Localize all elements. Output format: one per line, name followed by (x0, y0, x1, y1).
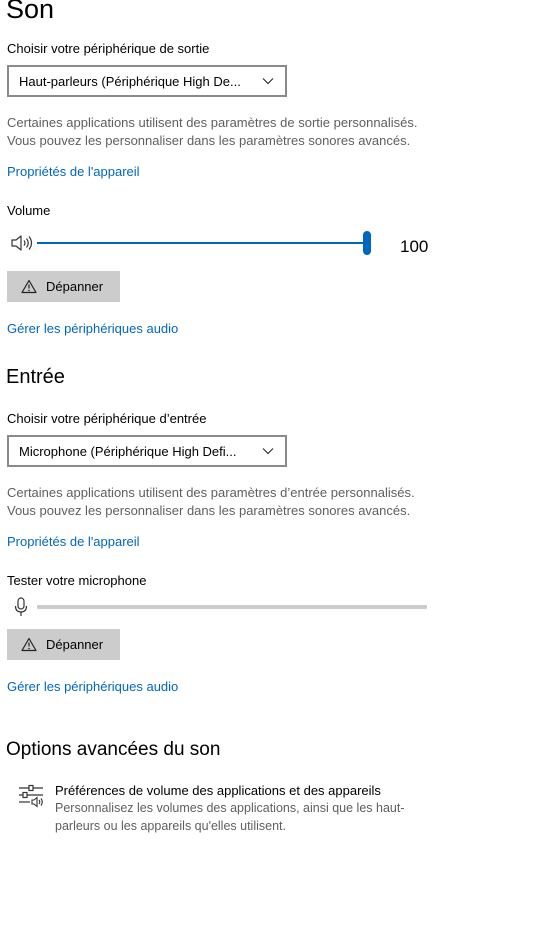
warning-icon (21, 637, 37, 652)
output-description-line-1: Certaines applications utilisent des par… (7, 115, 418, 130)
advanced-section-title: Options avancées du son (6, 739, 221, 760)
input-device-label: Choisir votre périphérique d’entrée (7, 411, 207, 426)
input-section-title: Entrée (6, 366, 65, 388)
app-volume-preferences-description: Personnalisez les volumes des applicatio… (55, 801, 405, 833)
input-manage-devices-link[interactable]: Gérer les périphériques audio (7, 678, 178, 695)
volume-slider[interactable] (37, 231, 372, 255)
app-volume-preferences-title: Préférences de volume des applications e… (55, 783, 381, 798)
input-device-dropdown[interactable]: Microphone (Périphérique High Defi... (7, 435, 287, 467)
microphone-icon (14, 597, 28, 616)
warning-icon (21, 279, 37, 294)
app-volume-preferences-item[interactable]: Préférences de volume des applications e… (7, 780, 437, 840)
page-title: Son (6, 0, 55, 24)
input-description: Certaines applications utilisent des par… (7, 484, 415, 520)
volume-label: Volume (7, 203, 51, 218)
input-device-value: Microphone (Périphérique High Defi... (19, 443, 237, 459)
input-description-line-2: Vous pouvez les personnaliser dans les p… (7, 503, 411, 518)
chevron-down-icon (262, 448, 274, 455)
chevron-down-icon (262, 78, 274, 85)
test-microphone-label: Tester votre microphone (7, 573, 147, 588)
input-device-properties-link[interactable]: Propriétés de l'appareil (7, 533, 140, 550)
output-troubleshoot-button[interactable]: Dépanner (7, 271, 120, 302)
output-manage-devices-link[interactable]: Gérer les périphériques audio (7, 320, 178, 337)
volume-slider-track (37, 242, 367, 244)
app-volume-mixer-icon (19, 784, 43, 808)
volume-value: 100 (400, 237, 429, 256)
output-device-properties-link[interactable]: Propriétés de l'appareil (7, 163, 140, 180)
sound-settings-page: Son Choisir votre périphérique de sortie… (0, 0, 543, 934)
output-device-label: Choisir votre périphérique de sortie (7, 41, 210, 56)
input-description-line-1: Certaines applications utilisent des par… (7, 485, 415, 500)
output-description-line-2: Vous pouvez les personnaliser dans les p… (7, 133, 411, 148)
output-troubleshoot-label: Dépanner (46, 279, 104, 294)
microphone-level-meter (37, 605, 427, 609)
volume-slider-thumb[interactable] (363, 231, 371, 255)
output-device-dropdown[interactable]: Haut-parleurs (Périphérique High De... (7, 65, 287, 97)
output-device-value: Haut-parleurs (Périphérique High De... (19, 73, 241, 89)
input-troubleshoot-button[interactable]: Dépanner (7, 629, 120, 660)
output-description: Certaines applications utilisent des par… (7, 114, 417, 150)
input-troubleshoot-label: Dépanner (46, 637, 104, 652)
speaker-icon[interactable] (10, 233, 34, 253)
